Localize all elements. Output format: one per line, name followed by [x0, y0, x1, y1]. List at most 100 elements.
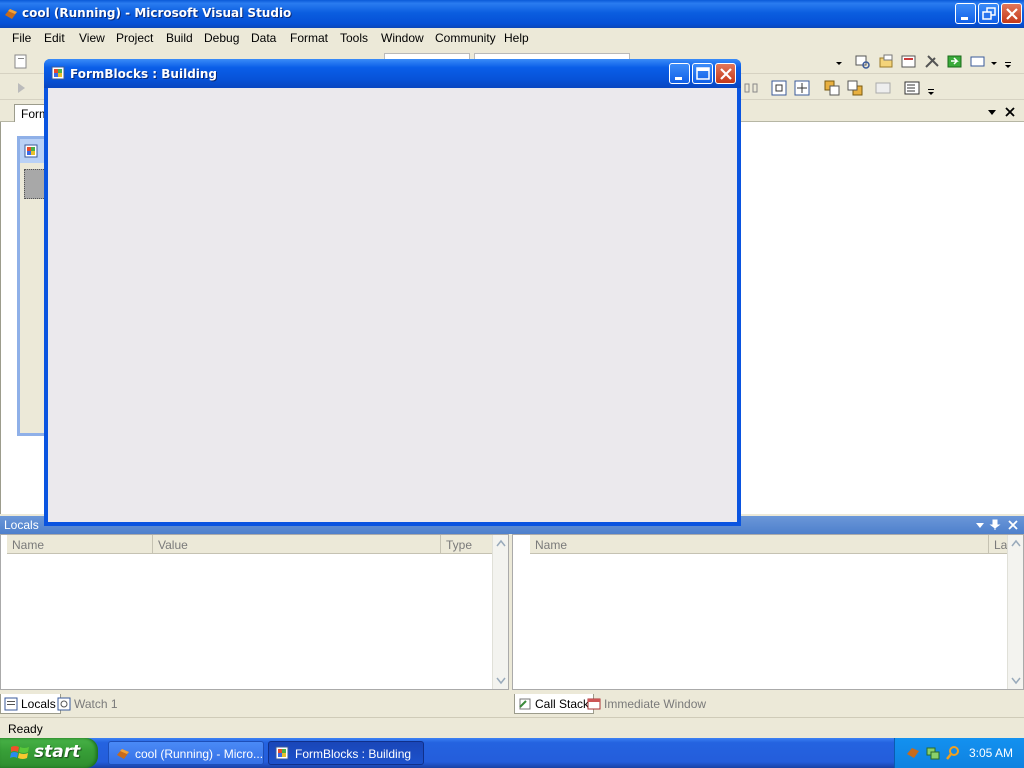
tab-locals-label: Locals [21, 697, 56, 711]
form-close-button[interactable] [715, 63, 736, 84]
tab-order-icon[interactable] [903, 79, 921, 97]
taskbar: start cool (Running) - Micro... FormBloc… [0, 738, 1024, 768]
solution-explorer-icon[interactable] [877, 53, 895, 71]
tab-call-stack[interactable]: Call Stack [514, 694, 595, 714]
status-text: Ready [8, 722, 43, 736]
scroll-up-icon[interactable] [1011, 539, 1021, 547]
toolbox-icon[interactable] [923, 53, 941, 71]
formblocks-title-bar[interactable]: FormBlocks : Building [44, 59, 741, 88]
designer-form-preview[interactable] [17, 136, 64, 436]
close-icon [1006, 8, 1018, 20]
visual-studio-icon [5, 9, 17, 19]
center-vertically-icon[interactable] [793, 79, 811, 97]
menu-debug[interactable]: Debug [204, 31, 239, 45]
scroll-down-icon[interactable] [1011, 677, 1021, 685]
restore-icon [982, 7, 996, 20]
auto-hide-pin-icon[interactable] [989, 518, 1001, 530]
locals-column-name[interactable]: Name [7, 535, 153, 554]
designer-form-header [20, 139, 44, 163]
locals-scrollbar[interactable] [492, 535, 508, 689]
tab-immediate-window[interactable]: Immediate Window [584, 694, 710, 714]
continue-debug-icon[interactable] [12, 79, 30, 97]
search-tray-icon[interactable] [945, 745, 961, 761]
tab-immediate-window-label: Immediate Window [604, 697, 707, 711]
watch-icon [57, 697, 71, 711]
form-minimize-button[interactable] [669, 63, 690, 84]
taskbar-item-formblocks-label: FormBlocks : Building [295, 747, 412, 761]
toolbar-options-icon[interactable] [925, 82, 943, 100]
locals-column-value[interactable]: Value [153, 535, 441, 554]
menu-edit[interactable]: Edit [44, 31, 65, 45]
menu-build[interactable]: Build [166, 31, 193, 45]
formblocks-window[interactable]: FormBlocks : Building [44, 59, 741, 526]
close-document-icon[interactable] [1004, 106, 1016, 118]
align-grid-icon[interactable] [874, 79, 892, 97]
tab-watch-1-label: Watch 1 [74, 697, 118, 711]
menu-view[interactable]: View [79, 31, 105, 45]
tab-watch-1[interactable]: Watch 1 [54, 694, 122, 714]
menu-tools[interactable]: Tools [340, 31, 368, 45]
locals-window-title: Locals [4, 518, 39, 532]
find-in-files-icon[interactable] [854, 53, 872, 71]
immediate-window-icon [587, 698, 601, 710]
form-icon [275, 746, 289, 760]
locals-icon [4, 697, 18, 711]
taskbar-item-visual-studio-label: cool (Running) - Micro... [135, 747, 264, 761]
menu-format[interactable]: Format [290, 31, 328, 45]
menu-community[interactable]: Community [435, 31, 496, 45]
send-to-back-icon[interactable] [846, 79, 864, 97]
window-list-dropdown-icon[interactable] [986, 107, 998, 117]
dropdown-arrow-icon[interactable] [833, 55, 851, 73]
start-label: start [34, 742, 81, 762]
status-bar: Ready [0, 717, 1024, 739]
menu-help[interactable]: Help [504, 31, 529, 45]
locals-column-type[interactable]: Type [441, 535, 493, 554]
vs-window-title: cool (Running) - Microsoft Visual Studio [22, 6, 292, 20]
minimize-icon [675, 77, 682, 80]
windows-logo-icon [10, 746, 29, 759]
start-button[interactable]: start [0, 738, 98, 768]
formblocks-window-title: FormBlocks : Building [70, 67, 218, 81]
toolbar-options-icon[interactable] [1002, 55, 1020, 73]
scroll-up-icon[interactable] [496, 539, 506, 547]
system-tray: 3:05 AM [894, 738, 1024, 768]
callstack-scrollbar[interactable] [1007, 535, 1023, 689]
callstack-column-language[interactable]: Lang [989, 535, 1009, 554]
menu-data[interactable]: Data [251, 31, 276, 45]
close-tool-window-icon[interactable] [1007, 519, 1019, 531]
call-stack-icon [519, 698, 531, 710]
taskbar-item-visual-studio[interactable]: cool (Running) - Micro... [108, 741, 264, 765]
bring-to-front-icon[interactable] [823, 79, 841, 97]
clock: 3:05 AM [969, 746, 1014, 760]
minimize-icon [961, 17, 968, 20]
network-tray-icon[interactable] [925, 745, 941, 761]
form-icon [51, 66, 65, 80]
taskbar-item-formblocks[interactable]: FormBlocks : Building [268, 741, 424, 765]
menu-project[interactable]: Project [116, 31, 153, 45]
call-stack-pane[interactable]: Name Lang [512, 534, 1024, 690]
locals-pane[interactable]: Name Value Type [0, 534, 509, 690]
window-position-dropdown-icon[interactable] [974, 520, 986, 530]
restore-button[interactable] [978, 3, 999, 24]
close-button[interactable] [1001, 3, 1022, 24]
properties-window-icon[interactable] [900, 53, 918, 71]
center-horizontally-icon[interactable] [770, 79, 788, 97]
spacing-icon[interactable] [742, 79, 760, 97]
menu-window[interactable]: Window [381, 31, 424, 45]
maximize-icon [696, 67, 710, 80]
start-page-icon[interactable] [946, 53, 964, 71]
scroll-down-icon[interactable] [496, 677, 506, 685]
tab-locals[interactable]: Locals [0, 694, 61, 714]
visual-studio-icon [117, 749, 129, 759]
command-window-icon[interactable] [969, 53, 987, 71]
vs-title-bar[interactable]: cool (Running) - Microsoft Visual Studio [0, 0, 1024, 28]
callstack-column-name[interactable]: Name [530, 535, 989, 554]
form-maximize-button[interactable] [692, 63, 713, 84]
menu-file[interactable]: File [12, 31, 31, 45]
close-icon [720, 68, 732, 80]
menu-bar: File Edit View Project Build Debug Data … [0, 28, 1024, 48]
new-project-icon[interactable] [12, 53, 30, 71]
vs-debug-tray-icon[interactable] [905, 745, 921, 761]
form-icon [24, 144, 38, 158]
minimize-button[interactable] [955, 3, 976, 24]
